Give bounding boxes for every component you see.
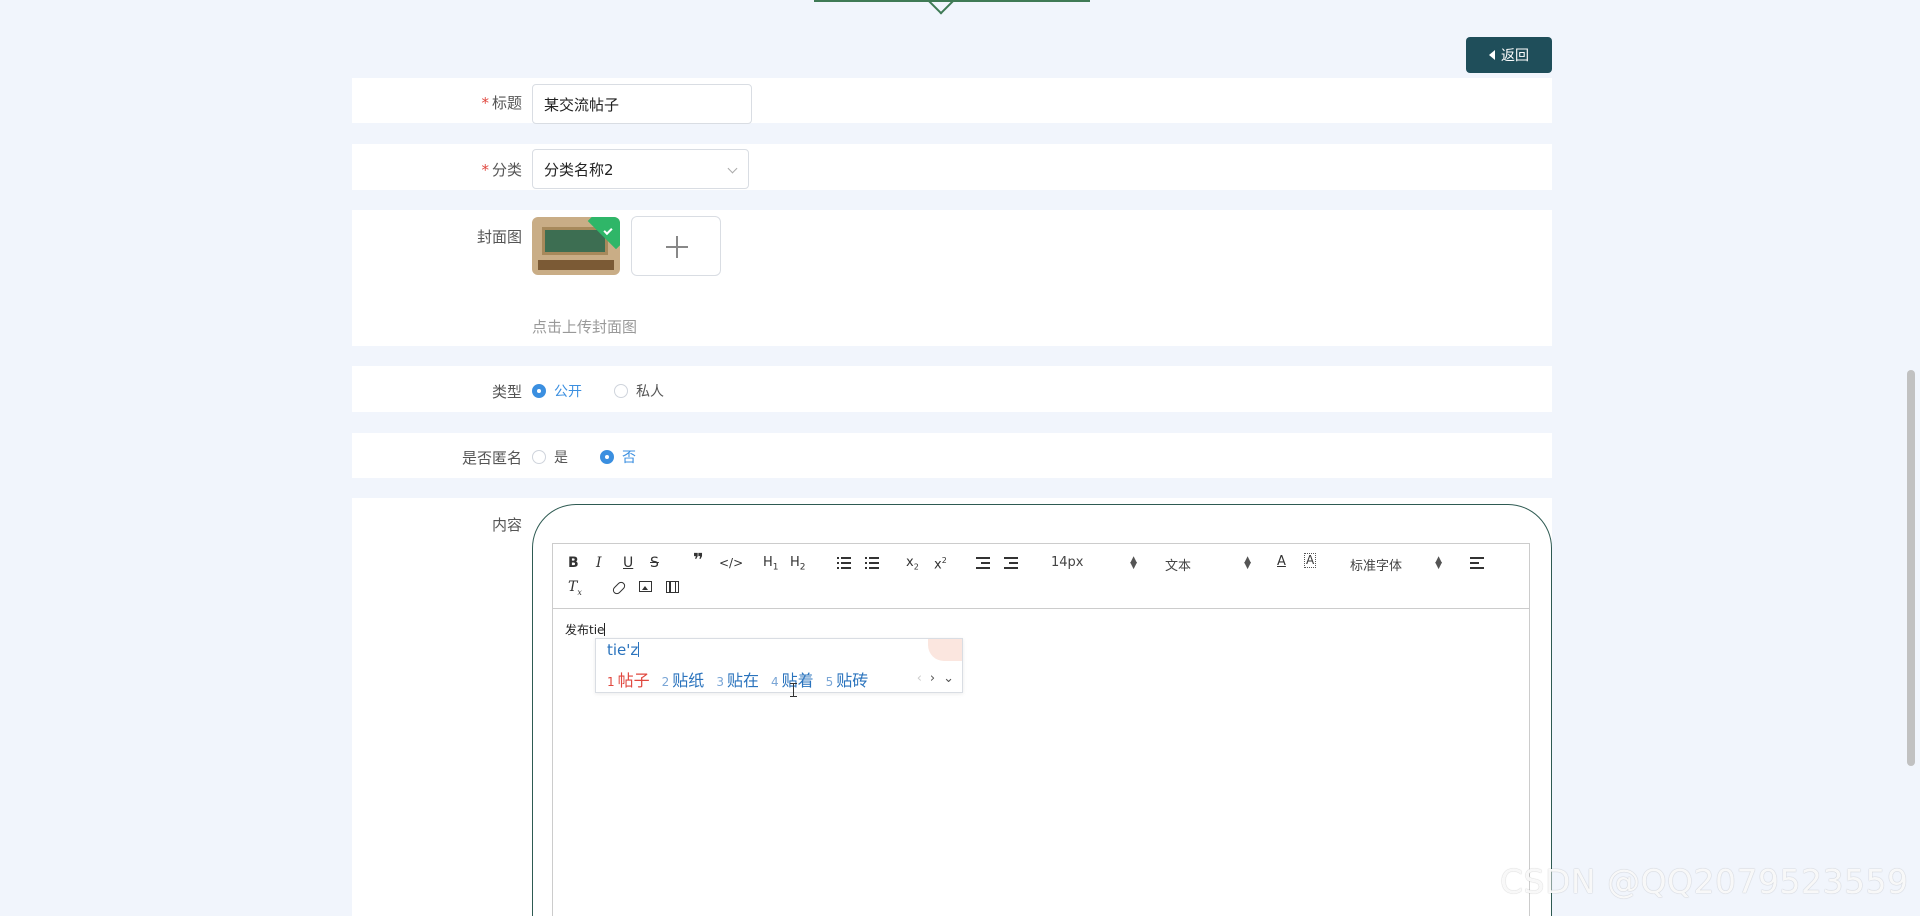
ime-candidate-list: 1 帖子 2 贴纸 3 贴在 4 贴着 5 贴砖: [607, 667, 868, 691]
title-input[interactable]: 某交流帖子: [532, 84, 752, 124]
blockquote-icon[interactable]: ❞: [693, 552, 704, 570]
radio-checked-icon: [600, 450, 614, 464]
background-color-icon[interactable]: A: [1304, 553, 1317, 568]
visibility-radio-private[interactable]: 私人: [614, 381, 664, 401]
rich-text-editor: B I U S ❞ </> H1 H2 x2 x2 14px ▲ ▼ 文本 ▲ ▼ …: [552, 543, 1530, 916]
align-left-icon[interactable]: [1470, 557, 1484, 569]
cover-label: 封面图: [476, 228, 522, 246]
font-color-icon[interactable]: A: [1277, 553, 1286, 571]
form-row-title: * 标题 某交流帖子: [352, 78, 1552, 124]
anonymous-radio-no[interactable]: 否: [600, 447, 636, 467]
anonymous-option-label: 否: [622, 450, 636, 466]
ime-pinyin: tie'z: [607, 641, 640, 659]
paragraph-value: 文本: [1165, 559, 1192, 574]
bold-icon[interactable]: B: [568, 554, 579, 572]
category-select-value: 分类名称2: [544, 160, 614, 179]
page-scrollbar[interactable]: [1907, 370, 1915, 766]
back-button[interactable]: 返回: [1466, 37, 1552, 73]
sort-arrows-icon: ▲ ▼: [1244, 555, 1251, 571]
editor-text: 发布tie: [565, 623, 605, 637]
form-row-anonymous: 是否匿名 是 否: [352, 433, 1552, 478]
back-button-label: 返回: [1501, 47, 1529, 63]
image-icon[interactable]: [639, 581, 652, 592]
ime-nav: ‹ › ⌄: [917, 671, 954, 686]
font-size-value: 14px: [1051, 555, 1084, 570]
content-label: 内容: [491, 516, 522, 534]
chevron-down-icon[interactable]: ⌄: [943, 671, 954, 686]
code-icon[interactable]: </>: [719, 554, 743, 572]
chevron-left-icon[interactable]: ‹: [917, 671, 922, 686]
font-family-select[interactable]: 标准字体 ▲ ▼: [1350, 555, 1442, 575]
watermark: CSDN @QQ2079523559: [1500, 862, 1909, 901]
text-cursor-icon: [790, 683, 797, 697]
strikethrough-icon[interactable]: S: [650, 554, 659, 572]
superscript-icon[interactable]: x2: [934, 552, 947, 574]
cover-thumbnail[interactable]: [532, 217, 620, 275]
ime-candidate[interactable]: 3 贴在: [716, 667, 759, 691]
anonymous-option-label: 是: [554, 450, 568, 466]
chevron-right-icon[interactable]: ›: [930, 671, 935, 686]
form-row-cover: 封面图 点击上传封面图: [352, 210, 1552, 346]
radio-checked-icon: [532, 384, 546, 398]
upload-cover-button[interactable]: [631, 216, 721, 276]
underline-icon[interactable]: U: [623, 554, 633, 572]
radio-unchecked-icon: [532, 450, 546, 464]
italic-icon[interactable]: I: [596, 554, 602, 572]
visibility-option-label: 公开: [554, 384, 582, 400]
anonymous-label: 是否匿名: [461, 449, 522, 467]
clear-format-icon[interactable]: Tx: [568, 578, 582, 602]
ime-candidate[interactable]: 5 贴砖: [826, 667, 869, 691]
font-size-select[interactable]: 14px ▲ ▼: [1051, 555, 1137, 571]
sort-arrows-icon: ▲ ▼: [1435, 555, 1442, 571]
title-input-value: 某交流帖子: [544, 95, 620, 114]
header-decoration-chevron: [925, 0, 957, 15]
cover-upload-hint: 点击上传封面图: [532, 318, 638, 336]
sort-arrows-icon: ▲ ▼: [1130, 555, 1137, 571]
anonymous-radio-yes[interactable]: 是: [532, 447, 568, 467]
subscript-icon[interactable]: x2: [906, 554, 919, 577]
ime-candidate-window: tie'z 1 帖子 2 贴纸 3 贴在 4 贴着 5 贴砖 ‹ › ⌄: [595, 638, 963, 693]
title-label: * 标题: [481, 94, 522, 112]
outdent-icon[interactable]: [976, 557, 990, 569]
category-select[interactable]: 分类名称2: [532, 149, 749, 189]
caret-left-icon: [1489, 50, 1495, 60]
paragraph-select[interactable]: 文本 ▲ ▼: [1165, 555, 1251, 575]
link-icon[interactable]: [611, 580, 627, 596]
ordered-list-icon[interactable]: [837, 557, 851, 569]
form-row-category: * 分类 分类名称2: [352, 144, 1552, 190]
visibility-radio-public[interactable]: 公开: [532, 381, 582, 401]
text-caret: [604, 623, 606, 636]
ime-candidate[interactable]: 1 帖子: [607, 667, 650, 691]
category-label: * 分类: [481, 161, 522, 179]
desk-image: [538, 260, 614, 270]
form-row-visibility: 类型 公开 私人: [352, 366, 1552, 412]
editor-toolbar: B I U S ❞ </> H1 H2 x2 x2 14px ▲ ▼ 文本 ▲ ▼ …: [553, 544, 1529, 609]
chevron-down-icon: [727, 163, 738, 174]
ime-candidate[interactable]: 2 贴纸: [662, 667, 705, 691]
heading-2-icon[interactable]: H2: [790, 554, 806, 577]
indent-icon[interactable]: [1004, 557, 1018, 569]
visibility-label: 类型: [491, 383, 522, 401]
visibility-option-label: 私人: [636, 384, 664, 400]
bullet-list-icon[interactable]: [865, 557, 879, 569]
radio-unchecked-icon: [614, 384, 628, 398]
font-family-value: 标准字体: [1350, 559, 1403, 574]
video-icon[interactable]: [666, 581, 679, 593]
heading-1-icon[interactable]: H1: [763, 554, 779, 577]
ime-skin-decoration: [928, 639, 962, 661]
form-row-content: 内容 B I U S ❞ </> H1 H2 x2 x2 14px ▲ ▼ 文本 …: [352, 498, 1552, 916]
